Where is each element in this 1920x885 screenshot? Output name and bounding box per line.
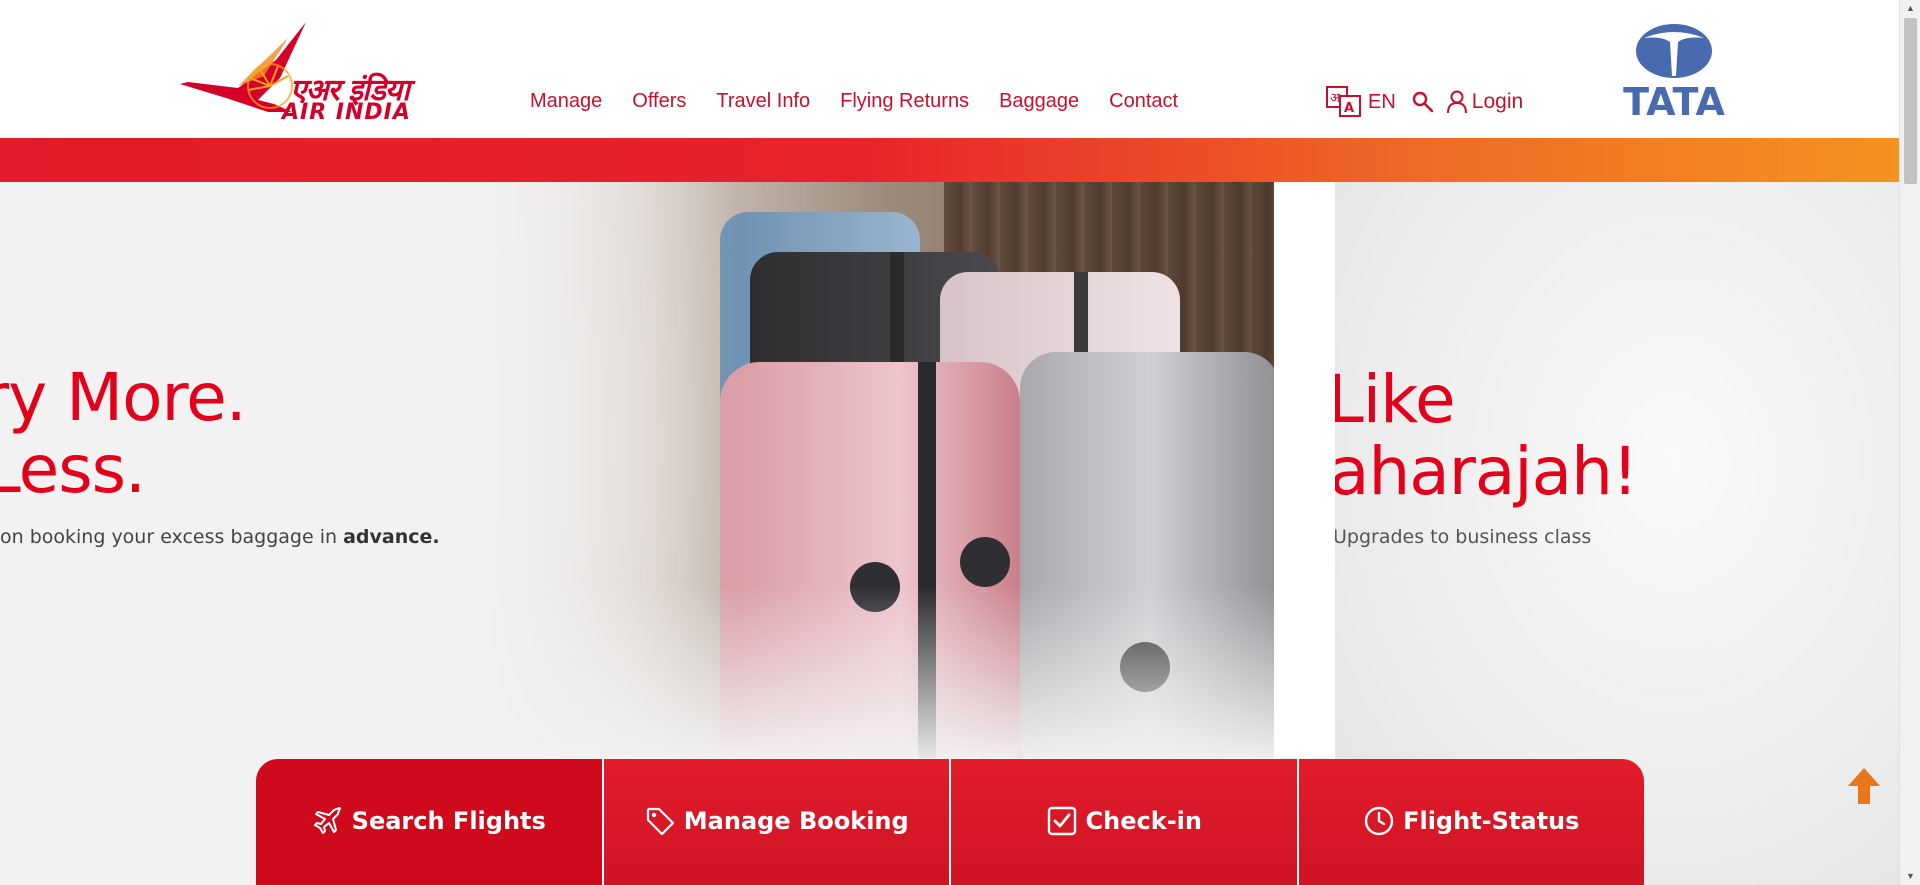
svg-text:A: A	[1344, 101, 1354, 116]
header-utilities: अ A EN Login	[1326, 86, 1523, 118]
brand-gradient-band	[0, 138, 1899, 182]
scrollbar-thumb[interactable]	[1904, 18, 1917, 184]
slide-headline-line2: Less.	[0, 431, 146, 508]
page-scrollbar[interactable]: ▲ ▼	[1899, 0, 1920, 885]
tab-manage-booking[interactable]: Manage Booking	[603, 759, 951, 885]
tata-logo[interactable]: TATA	[1622, 24, 1726, 124]
nav-contact[interactable]: Contact	[1109, 90, 1178, 113]
login-link[interactable]: Login	[1472, 90, 1523, 114]
nav-flying-returns[interactable]: Flying Returns	[840, 90, 969, 113]
tab-flight-status[interactable]: Flight-Status	[1298, 759, 1644, 885]
tata-emblem-icon	[1636, 24, 1712, 78]
clock-icon	[1364, 806, 1394, 836]
scroll-up-arrow-icon[interactable]: ▲	[1900, 0, 1920, 17]
site-header: एअर इंडिया AIR INDIA Manage Offers Trave…	[0, 0, 1899, 138]
slide-subtext: Upgrades to business class	[1335, 526, 1592, 548]
tab-check-in[interactable]: Check-in	[951, 759, 1299, 885]
translate-icon[interactable]: अ A	[1326, 86, 1362, 118]
tab-search-flights[interactable]: Search Flights	[256, 759, 604, 885]
slide-headline-line1: ry More.	[0, 359, 247, 436]
slide-headline: ry More. Less.	[0, 359, 247, 508]
tab-label: Manage Booking	[683, 807, 909, 835]
nav-manage[interactable]: Manage	[530, 90, 602, 113]
nav-offers[interactable]: Offers	[632, 90, 686, 113]
user-icon[interactable]	[1446, 90, 1468, 114]
logo-english-text: AIR INDIA	[282, 100, 411, 125]
main-nav: Manage Offers Travel Info Flying Returns…	[530, 90, 1208, 113]
tab-label: Search Flights	[351, 807, 546, 835]
search-icon[interactable]	[1412, 91, 1434, 113]
slide-headline-line1: Like	[1335, 361, 1456, 438]
nav-travel-info[interactable]: Travel Info	[716, 90, 810, 113]
slide-subtext: on booking your excess baggage in advanc…	[0, 526, 440, 548]
carousel-slide-baggage[interactable]: ry More. Less. on booking your excess ba…	[0, 182, 1274, 758]
booking-widget-tabs: Search Flights Manage Booking Check-in F…	[256, 759, 1644, 885]
slide-subtext-bold: advance.	[343, 526, 440, 548]
airplane-icon	[313, 807, 341, 834]
tab-label: Check-in	[1085, 807, 1202, 835]
tag-icon	[646, 807, 674, 836]
slide-headline-line2: aharajah!	[1335, 433, 1638, 510]
slide-headline: Like aharajah!	[1335, 361, 1638, 510]
scroll-to-top-button[interactable]	[1846, 766, 1882, 806]
air-india-logo[interactable]: एअर इंडिया AIR INDIA	[178, 20, 490, 125]
tata-wordmark: TATA	[1623, 80, 1725, 124]
checkbox-icon	[1047, 806, 1076, 836]
language-selector[interactable]: EN	[1368, 91, 1396, 114]
tab-label: Flight-Status	[1403, 807, 1580, 835]
scroll-down-arrow-icon[interactable]: ▼	[1900, 868, 1920, 885]
nav-baggage[interactable]: Baggage	[999, 90, 1079, 113]
svg-text:अ: अ	[1330, 91, 1341, 106]
